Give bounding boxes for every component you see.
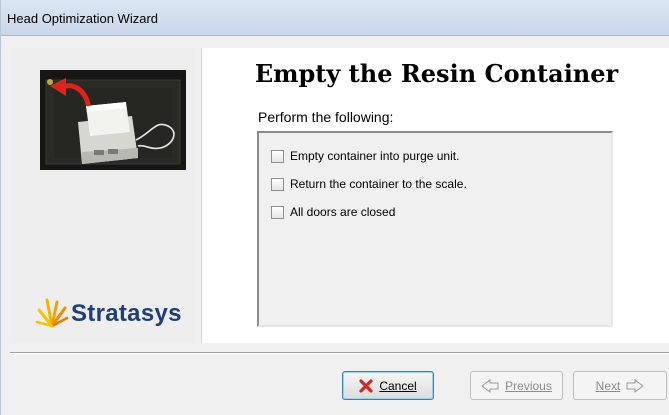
previous-button[interactable]: Previous — [470, 371, 563, 400]
checkbox[interactable] — [271, 177, 284, 191]
checklist-item-label: Return the container to the scale. — [290, 177, 467, 191]
wizard-window: Head Optimization Wizard Stratasys Empty… — [0, 0, 669, 415]
wizard-content: Empty the Resin Container Perform the fo… — [201, 48, 669, 343]
cancel-button-label: Cancel — [379, 378, 417, 393]
next-button[interactable]: Next — [573, 371, 667, 400]
page-title: Empty the Resin Container — [254, 59, 619, 88]
checklist-item-empty-container[interactable]: Empty container into purge unit. — [271, 147, 459, 165]
checkbox[interactable] — [271, 205, 284, 219]
stratasys-logo: Stratasys — [35, 294, 190, 334]
checkbox[interactable] — [271, 149, 284, 163]
checklist-item-doors-closed[interactable]: All doors are closed — [271, 203, 395, 221]
checklist-panel: Empty container into purge unit. Return … — [257, 131, 613, 327]
next-button-label: Next — [595, 378, 621, 393]
checklist-item-label: Empty container into purge unit. — [290, 149, 460, 163]
checklist-item-label: All doors are closed — [290, 205, 396, 219]
checklist-item-return-container[interactable]: Return the container to the scale. — [271, 175, 467, 193]
instruction-text: Perform the following: — [258, 109, 394, 125]
red-x-icon — [359, 378, 373, 393]
resin-container-photo — [40, 70, 186, 170]
previous-button-label: Previous — [505, 378, 552, 393]
sidebar-panel: Stratasys — [11, 48, 194, 343]
arrow-left-icon — [481, 378, 499, 393]
stratasys-starburst-icon — [35, 298, 69, 328]
window-title: Head Optimization Wizard — [7, 11, 158, 26]
arrow-right-icon — [626, 378, 645, 393]
title-bar[interactable]: Head Optimization Wizard — [1, 0, 669, 36]
footer-separator — [10, 352, 669, 354]
cancel-button[interactable]: Cancel — [342, 371, 434, 400]
logo-text: Stratasys — [71, 300, 182, 327]
